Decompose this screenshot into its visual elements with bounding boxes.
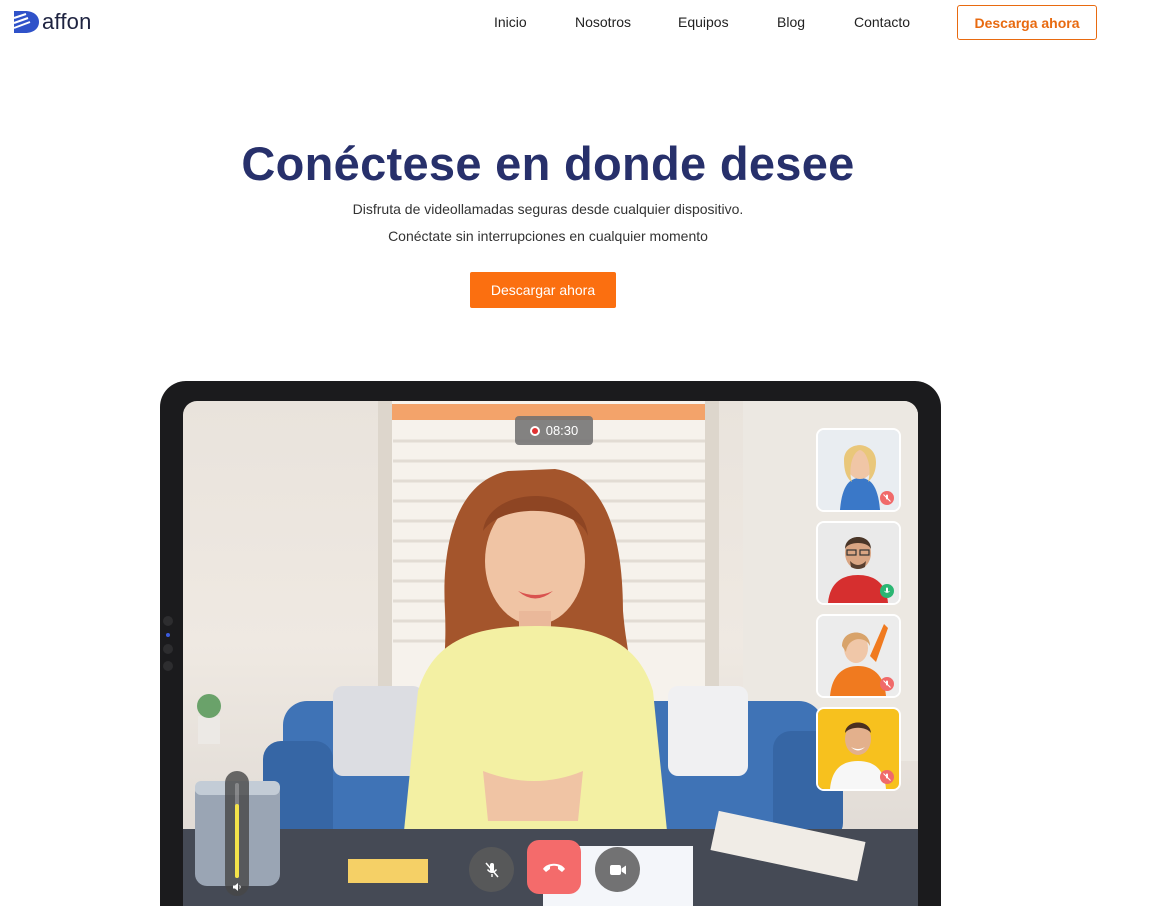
nav-blog[interactable]: Blog [777, 14, 805, 30]
recording-timer: 08:30 [515, 416, 593, 445]
volume-level [235, 803, 239, 878]
header-download-button[interactable]: Descarga ahora [957, 5, 1097, 40]
recording-icon [529, 425, 540, 436]
brand-name: affon [42, 9, 92, 34]
mute-mic-icon [484, 862, 499, 877]
participant-list [816, 428, 901, 800]
mute-button[interactable] [469, 847, 514, 892]
hero-title: Conéctese en donde desee [241, 137, 855, 190]
participant-thumbnail-4[interactable] [816, 707, 901, 791]
mic-muted-icon [880, 491, 894, 505]
nav-contacto[interactable]: Contacto [854, 14, 910, 30]
nav-nosotros[interactable]: Nosotros [575, 14, 631, 30]
logo[interactable]: affon [12, 8, 92, 36]
volume-slider[interactable] [225, 771, 249, 896]
volume-track [235, 783, 239, 878]
speaker-icon [233, 883, 241, 891]
hero-subtitle-1: Disfruta de videollamadas seguras desde … [352, 201, 744, 217]
participant-thumbnail-1[interactable] [816, 428, 901, 512]
main-video-feed [183, 401, 918, 906]
logo-icon [13, 11, 39, 33]
video-call-screen [183, 401, 918, 906]
hero-subtitle-2: Conéctate sin interrupciones en cualquie… [388, 228, 708, 244]
timer-text: 08:30 [545, 423, 579, 438]
site-header: affon Inicio Nosotros Equipos Blog Conta… [0, 0, 1162, 46]
tablet-side-buttons [163, 616, 175, 678]
participant-thumbnail-2[interactable] [816, 521, 901, 605]
participant-thumbnail-3[interactable] [816, 614, 901, 698]
video-camera-icon [609, 864, 626, 875]
mic-muted-icon [880, 770, 894, 784]
mic-active-icon [880, 584, 894, 598]
end-call-icon [543, 863, 565, 872]
video-toggle-button[interactable] [595, 847, 640, 892]
nav-inicio[interactable]: Inicio [494, 14, 527, 30]
mic-muted-icon [880, 677, 894, 691]
hero-download-button[interactable]: Descargar ahora [470, 272, 616, 308]
end-call-button[interactable] [527, 840, 581, 894]
nav-equipos[interactable]: Equipos [678, 14, 729, 30]
